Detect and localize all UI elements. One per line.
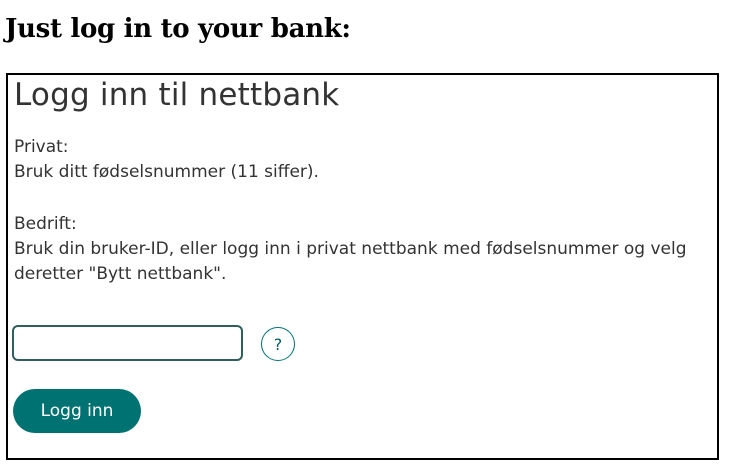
page-heading: Just log in to your bank:	[5, 14, 351, 44]
login-button[interactable]: Logg inn	[13, 389, 141, 433]
private-description: Bruk ditt fødselsnummer (11 siffer).	[14, 162, 319, 182]
user-id-input[interactable]	[12, 325, 243, 361]
business-label: Bedrift:	[14, 214, 77, 234]
help-button[interactable]: ?	[261, 327, 295, 361]
login-title: Logg inn til nettbank	[14, 77, 340, 113]
private-label: Privat:	[14, 137, 69, 157]
business-description: Bruk din bruker-ID, eller logg inn i pri…	[14, 239, 687, 284]
question-mark-icon: ?	[273, 334, 283, 354]
login-frame: Logg inn til nettbank Privat: Bruk ditt …	[6, 73, 719, 460]
